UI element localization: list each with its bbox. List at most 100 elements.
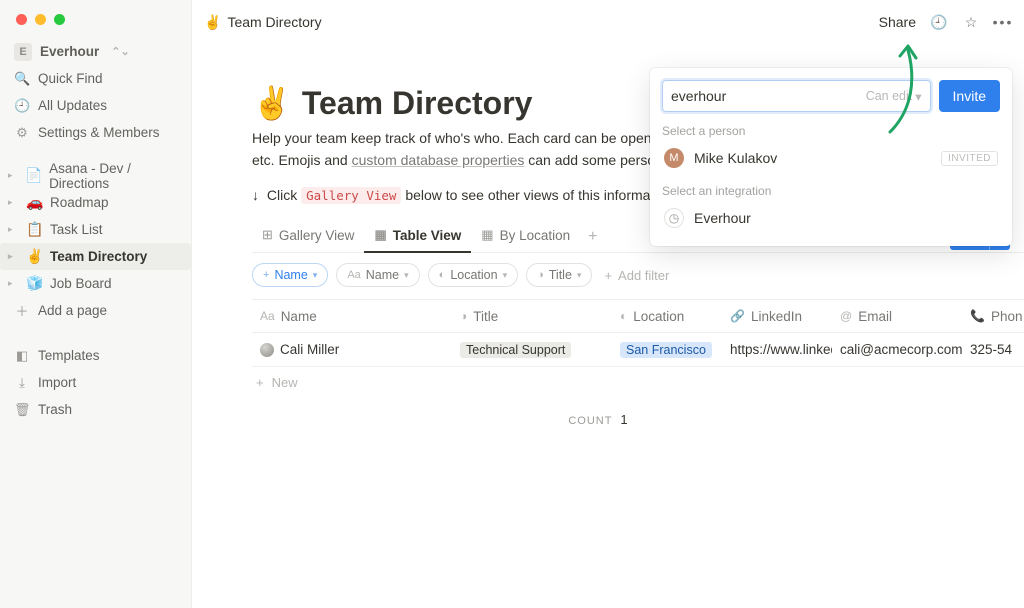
- plus-icon: ＋: [14, 301, 30, 320]
- caret-icon[interactable]: ▸: [8, 224, 18, 235]
- chip-label: Name: [274, 268, 307, 282]
- page-label: Asana - Dev / Directions: [49, 161, 181, 191]
- column-label: Title: [473, 309, 498, 324]
- permission-dropdown[interactable]: Can edit ▾: [866, 89, 922, 104]
- column-icon: Aa: [260, 309, 275, 323]
- tab-label: Gallery View: [279, 228, 355, 243]
- column-header-title[interactable]: ◑ Title: [452, 309, 612, 324]
- sidebar-page-job-board[interactable]: ▸ 🧊 Job Board: [0, 270, 191, 297]
- table-new-row[interactable]: + New: [252, 367, 1024, 398]
- select-person-label: Select a person: [662, 124, 1000, 138]
- add-page-label: Add a page: [38, 303, 107, 318]
- sidebar-page-team-directory[interactable]: ▸ ✌️ Team Directory: [0, 243, 191, 270]
- new-row-label: New: [272, 375, 298, 390]
- page-icon: 📋: [26, 221, 42, 238]
- tab-gallery-view[interactable]: ⊞ Gallery View: [252, 221, 364, 253]
- cell-phone[interactable]: 325-54: [962, 342, 1024, 357]
- import[interactable]: ⤓ Import: [0, 369, 191, 396]
- minimize-window-icon[interactable]: [35, 14, 46, 25]
- invited-badge: INVITED: [941, 151, 998, 166]
- page-icon[interactable]: ✌️: [252, 84, 292, 122]
- column-header-name[interactable]: Aa Name: [252, 309, 452, 324]
- column-label: LinkedIn: [751, 309, 802, 324]
- view-icon: ▦: [374, 227, 386, 243]
- trash[interactable]: 🗑 Trash: [0, 396, 191, 423]
- avatar: M: [664, 148, 684, 168]
- star-icon[interactable]: ☆: [962, 13, 980, 31]
- share-search-input[interactable]: [671, 88, 866, 104]
- page-icon: [260, 343, 274, 357]
- cell-linkedin[interactable]: https://www.linked: [722, 342, 832, 357]
- page-icon: ✌️: [26, 248, 42, 265]
- hint-text: Click: [267, 187, 301, 203]
- integration-icon: ◷: [664, 208, 684, 228]
- column-icon: 🔗: [730, 309, 745, 323]
- column-header-linkedin[interactable]: 🔗 LinkedIn: [722, 309, 832, 324]
- filter-chip-name[interactable]: Aa Name ▾: [336, 263, 419, 287]
- tab-by-location[interactable]: ▦ By Location: [471, 221, 580, 253]
- custom-properties-link[interactable]: custom database properties: [352, 152, 525, 168]
- chevron-down-icon: ▾: [404, 270, 409, 281]
- column-header-phon[interactable]: 📞 Phon: [962, 309, 1024, 324]
- person-row[interactable]: M Mike Kulakov INVITED: [662, 144, 1000, 172]
- column-icon: ◑: [460, 309, 467, 323]
- cell-email[interactable]: cali@acmecorp.com: [832, 342, 962, 357]
- quick-find-label: Quick Find: [38, 71, 103, 86]
- import-label: Import: [38, 375, 76, 390]
- share-button[interactable]: Share: [879, 14, 916, 30]
- breadcrumb-icon: ✌️: [204, 14, 221, 31]
- column-header-location[interactable]: ◐ Location: [612, 309, 722, 324]
- filter-chip-title[interactable]: ◑ Title ▾: [526, 263, 592, 287]
- share-input-wrap[interactable]: Can edit ▾: [662, 80, 931, 112]
- gear-icon: ⚙: [14, 125, 30, 141]
- chip-icon: ◑: [537, 269, 544, 281]
- breadcrumb[interactable]: ✌️ Team Directory: [204, 14, 322, 31]
- page-label: Roadmap: [50, 195, 109, 210]
- clock-icon[interactable]: 🕘: [930, 13, 948, 31]
- tab-table-view[interactable]: ▦ Table View: [364, 221, 471, 253]
- table-row[interactable]: Cali Miller Technical Support San Franci…: [252, 333, 1024, 367]
- quick-find[interactable]: 🔍 Quick Find: [0, 65, 191, 92]
- all-updates[interactable]: 🕘 All Updates: [0, 92, 191, 119]
- all-updates-label: All Updates: [38, 98, 107, 113]
- maximize-window-icon[interactable]: [54, 14, 65, 25]
- page-icon: 🧊: [26, 275, 42, 292]
- column-icon: @: [840, 309, 852, 323]
- cell-name[interactable]: Cali Miller: [252, 342, 452, 357]
- clock-icon: 🕘: [14, 98, 30, 114]
- sidebar-page-task-list[interactable]: ▸ 📋 Task List: [0, 216, 191, 243]
- page-icon: 📄: [25, 167, 41, 184]
- more-icon[interactable]: •••: [994, 13, 1012, 31]
- close-window-icon[interactable]: [16, 14, 27, 25]
- add-page[interactable]: ＋ Add a page: [0, 297, 191, 324]
- sidebar-page-asana-dev-directions[interactable]: ▸ 📄 Asana - Dev / Directions: [0, 162, 191, 189]
- filter-chip-name-primary[interactable]: + Name ▾: [252, 263, 328, 287]
- caret-icon[interactable]: ▸: [8, 197, 18, 208]
- table-header: Aa Name◑ Title◐ Location🔗 LinkedIn@ Emai…: [252, 299, 1024, 333]
- caret-icon[interactable]: ▸: [8, 278, 18, 289]
- column-header-email[interactable]: @ Email: [832, 309, 962, 324]
- sidebar: E Everhour ⌃⌄ 🔍 Quick Find 🕘 All Updates…: [0, 0, 192, 608]
- sidebar-page-roadmap[interactable]: ▸ 🚗 Roadmap: [0, 189, 191, 216]
- integration-row[interactable]: ◷ Everhour: [662, 204, 1000, 232]
- updown-icon: ⌃⌄: [111, 45, 129, 58]
- invite-button[interactable]: Invite: [939, 80, 1000, 112]
- view-icon: ▦: [481, 227, 493, 243]
- select-integration-label: Select an integration: [662, 184, 1000, 198]
- settings-members[interactable]: ⚙ Settings & Members: [0, 119, 191, 146]
- caret-icon[interactable]: ▸: [8, 251, 18, 262]
- workspace-icon: E: [14, 43, 32, 61]
- trash-label: Trash: [38, 402, 72, 417]
- templates[interactable]: ◧ Templates: [0, 342, 191, 369]
- filter-chip-location[interactable]: ◐ Location ▾: [428, 263, 518, 287]
- count-value: 1: [620, 412, 627, 427]
- import-icon: ⤓: [14, 375, 30, 391]
- page-label: Task List: [50, 222, 103, 237]
- cell-location[interactable]: San Francisco: [612, 342, 722, 358]
- workspace-switcher[interactable]: E Everhour ⌃⌄: [0, 38, 191, 65]
- cell-title[interactable]: Technical Support: [452, 342, 612, 358]
- add-view-button[interactable]: +: [580, 222, 605, 252]
- templates-label: Templates: [38, 348, 100, 363]
- caret-icon[interactable]: ▸: [8, 170, 17, 181]
- add-filter-button[interactable]: + Add filter: [600, 268, 669, 283]
